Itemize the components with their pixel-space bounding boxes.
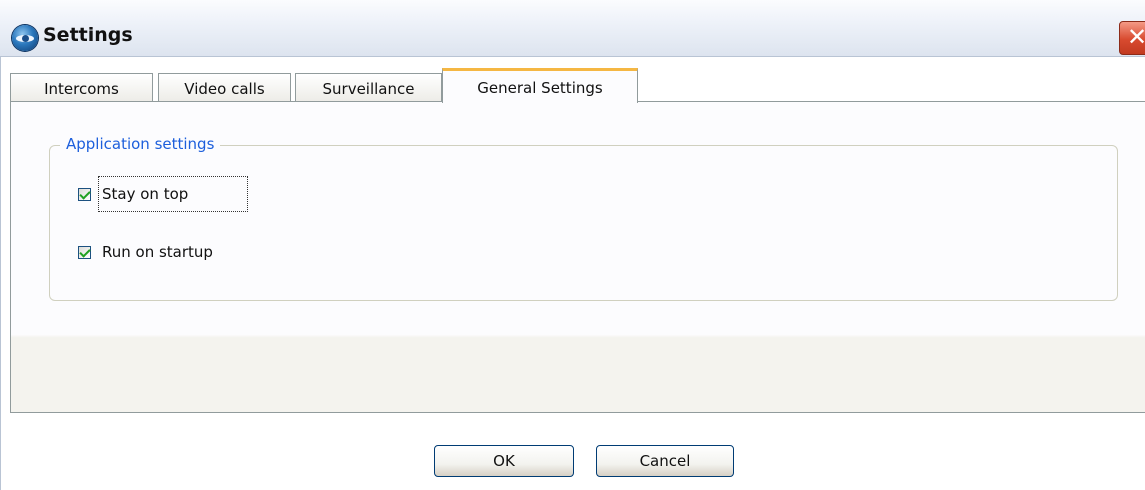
window-border xyxy=(0,56,1,490)
tab-video-calls[interactable]: Video calls xyxy=(158,73,291,103)
group-title: Application settings xyxy=(60,135,221,153)
run-on-startup-label[interactable]: Run on startup xyxy=(102,243,213,261)
close-icon: ✕ xyxy=(1127,23,1145,51)
tab-general-settings[interactable]: General Settings xyxy=(442,68,638,103)
window-title: Settings xyxy=(43,24,133,46)
cancel-button[interactable]: Cancel xyxy=(596,445,734,477)
close-button[interactable]: ✕ xyxy=(1119,21,1145,55)
tab-intercoms[interactable]: Intercoms xyxy=(10,73,153,103)
tab-content-panel: Application settings Stay on top Run on … xyxy=(10,101,1145,413)
stay-on-top-checkbox[interactable] xyxy=(78,188,91,201)
app-eye-icon xyxy=(12,25,38,51)
application-settings-group: Application settings Stay on top Run on … xyxy=(49,135,1118,301)
run-on-startup-checkbox[interactable] xyxy=(78,246,91,259)
tab-strip: Intercoms Video calls Surveillance Gener… xyxy=(10,68,1145,103)
title-bar: Settings ✕ xyxy=(0,0,1145,57)
tab-surveillance[interactable]: Surveillance xyxy=(295,73,442,103)
stay-on-top-label[interactable]: Stay on top xyxy=(102,185,188,203)
ok-button[interactable]: OK xyxy=(434,445,574,477)
